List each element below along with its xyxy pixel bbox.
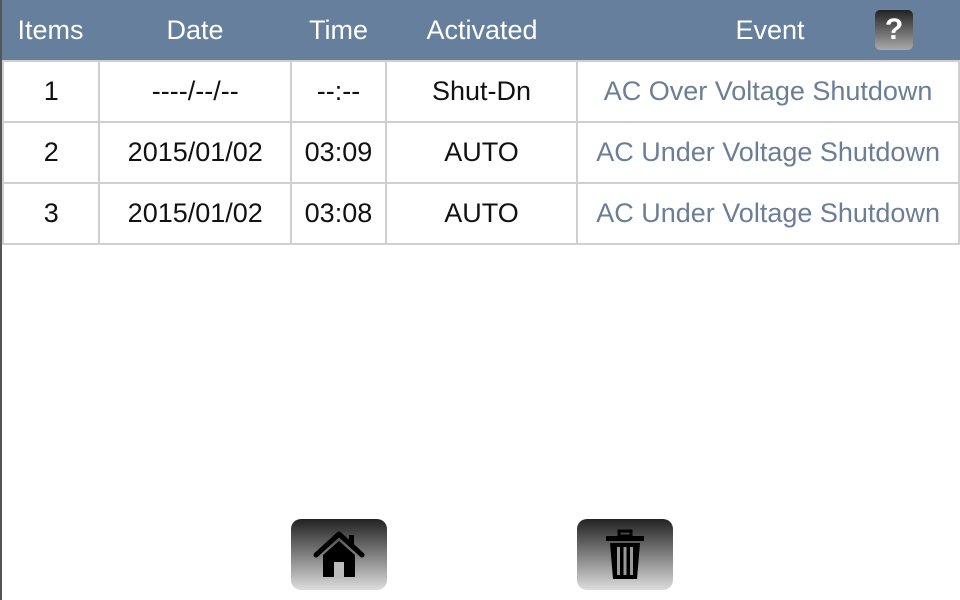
cell-activated: Shut-Dn (384, 60, 579, 123)
cell-event: AC Under Voltage Shutdown (576, 182, 960, 245)
cell-date: ----/--/-- (98, 60, 293, 123)
header-items: Items (17, 15, 84, 45)
home-icon (313, 531, 365, 577)
cell-activated: AUTO (384, 182, 579, 245)
cell-date: 2015/01/02 (98, 182, 293, 245)
cell-time: 03:09 (290, 121, 387, 184)
delete-button[interactable] (577, 519, 673, 590)
header-date: Date (166, 15, 224, 45)
trash-icon (606, 529, 644, 579)
table-row[interactable]: 2 2015/01/02 03:09 AUTO AC Under Voltage Shu… (1, 121, 960, 184)
table-header: Items Date Time Activated Event ? (2, 0, 960, 60)
cell-time: 03:08 (290, 182, 387, 245)
header-time: Time (309, 15, 368, 45)
header-activated: Activated (426, 15, 538, 45)
cell-event: AC Over Voltage Shutdown (576, 60, 960, 123)
table-row[interactable]: 1 ----/--/-- --:-- Shut-Dn AC Over Voltage S… (1, 60, 960, 123)
cell-event: AC Under Voltage Shutdown (576, 121, 960, 184)
cell-item: 1 (1, 60, 101, 123)
cell-activated: AUTO (384, 121, 579, 184)
cell-item: 2 (1, 121, 101, 184)
help-button[interactable]: ? (875, 10, 913, 50)
event-table: 1 ----/--/-- --:-- Shut-Dn AC Over Voltage S… (1, 60, 960, 245)
table-row[interactable]: 3 2015/01/02 03:08 AUTO AC Under Voltage Shu… (1, 182, 960, 245)
cell-date: 2015/01/02 (98, 121, 293, 184)
home-button[interactable] (291, 519, 387, 590)
cell-time: --:-- (290, 60, 387, 123)
cell-item: 3 (1, 182, 101, 245)
